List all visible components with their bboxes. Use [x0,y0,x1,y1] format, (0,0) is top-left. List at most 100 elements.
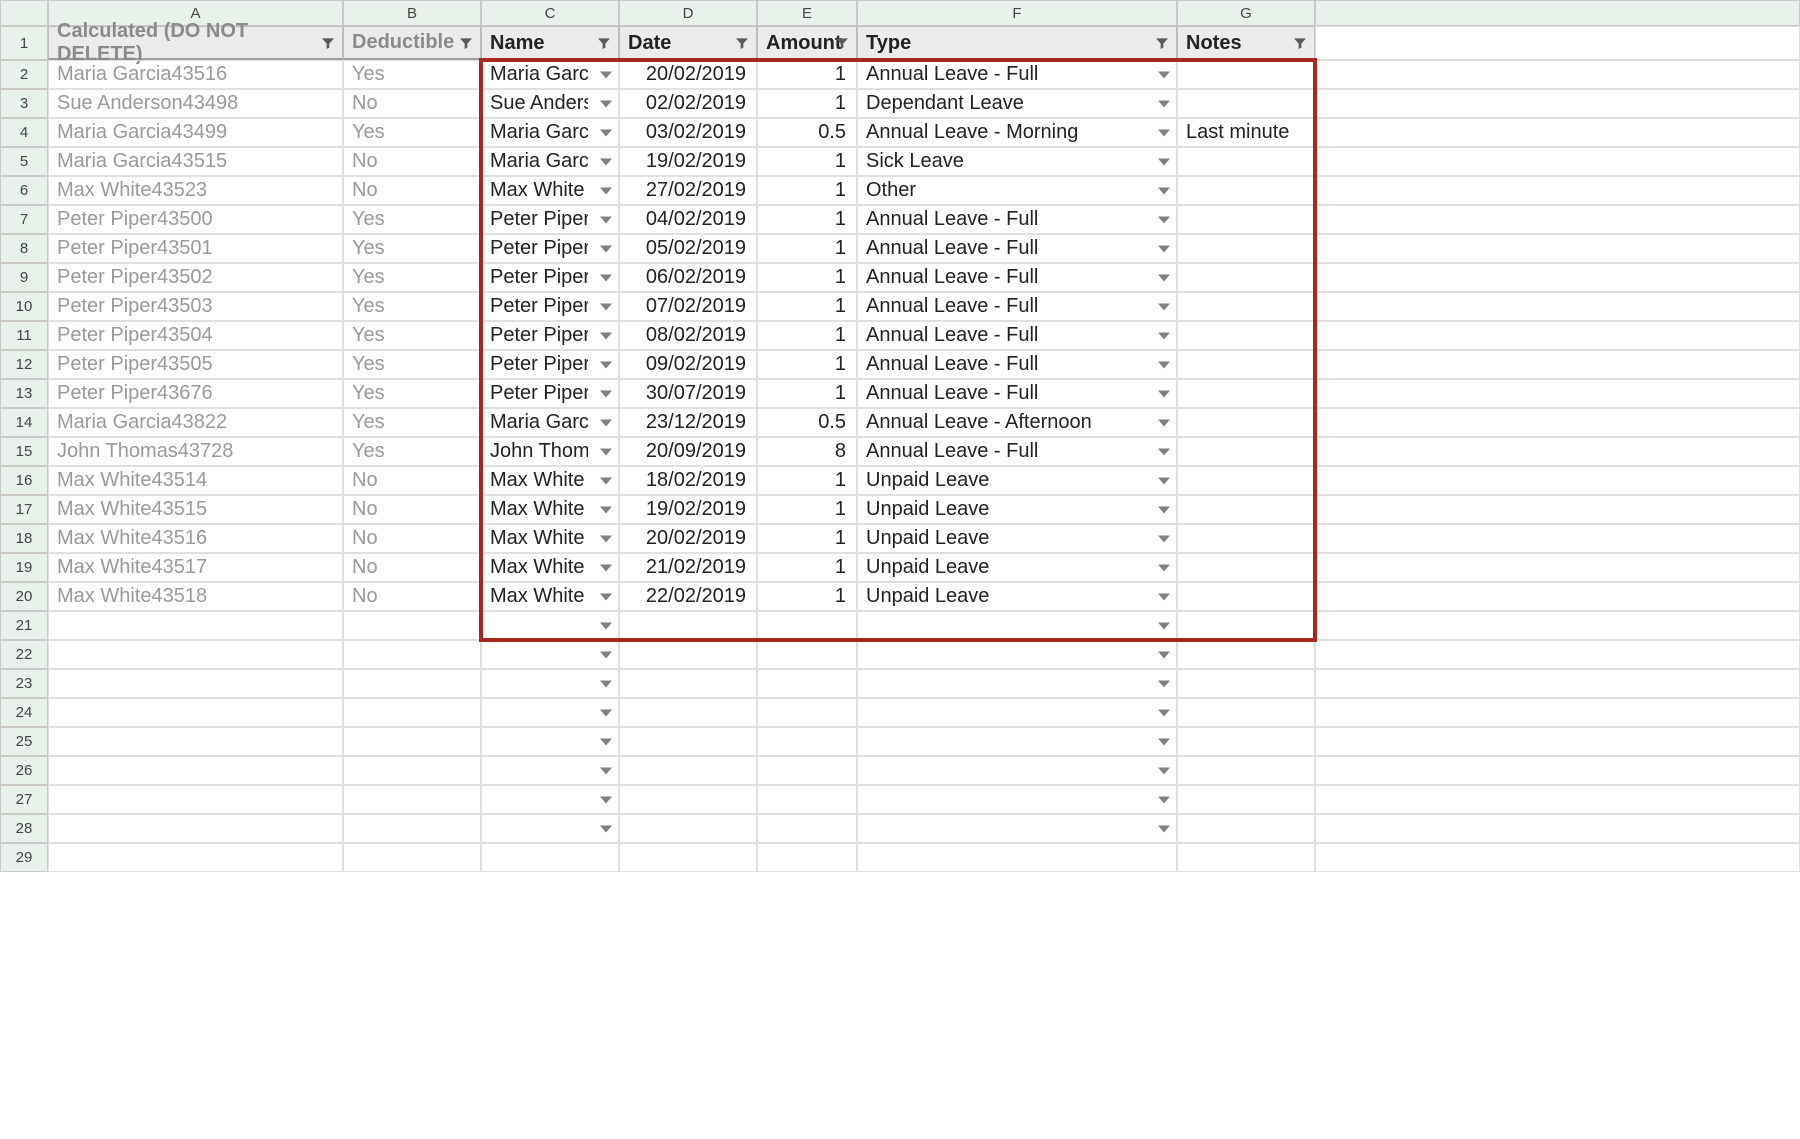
cell-C7[interactable]: Peter Piper [481,205,619,234]
cell-D10[interactable]: 07/02/2019 [619,292,757,321]
cell-C8[interactable]: Peter Piper [481,234,619,263]
dropdown-icon[interactable] [600,680,612,687]
cell-D13[interactable]: 30/07/2019 [619,379,757,408]
cell-B18[interactable]: No [343,524,481,553]
cell-F2[interactable]: Annual Leave - Full [857,60,1177,89]
cell-A13[interactable]: Peter Piper43676 [48,379,343,408]
cell-E3[interactable]: 1 [757,89,857,118]
cell-A26[interactable] [48,756,343,785]
cell-G18[interactable] [1177,524,1315,553]
cell-A9[interactable]: Peter Piper43502 [48,263,343,292]
header-cell-C[interactable]: Name [481,26,619,60]
dropdown-icon[interactable] [600,651,612,658]
dropdown-icon[interactable] [1158,622,1170,629]
cell-F7[interactable]: Annual Leave - Full [857,205,1177,234]
row-header-5[interactable]: 5 [0,147,48,176]
cell-C24[interactable] [481,698,619,727]
dropdown-icon[interactable] [1158,535,1170,542]
cell-D7[interactable]: 04/02/2019 [619,205,757,234]
cell-F5[interactable]: Sick Leave [857,147,1177,176]
cell-C14[interactable]: Maria Garcia [481,408,619,437]
cell-E2[interactable]: 1 [757,60,857,89]
column-header-E[interactable]: E [757,0,857,26]
cell-C16[interactable]: Max White [481,466,619,495]
dropdown-icon[interactable] [1158,477,1170,484]
cell-C5[interactable]: Maria Garcia [481,147,619,176]
cell-E19[interactable]: 1 [757,553,857,582]
cell-C20[interactable]: Max White [481,582,619,611]
cell-C28[interactable] [481,814,619,843]
row-header-20[interactable]: 20 [0,582,48,611]
dropdown-icon[interactable] [1158,158,1170,165]
row-header-3[interactable]: 3 [0,89,48,118]
row-header-10[interactable]: 10 [0,292,48,321]
dropdown-icon[interactable] [600,71,612,78]
cell-G28[interactable] [1177,814,1315,843]
cell-F6[interactable]: Other [857,176,1177,205]
cell-B27[interactable] [343,785,481,814]
row-header-21[interactable]: 21 [0,611,48,640]
cell-D29[interactable] [619,843,757,872]
cell-B29[interactable] [343,843,481,872]
cell-F23[interactable] [857,669,1177,698]
cell-F9[interactable]: Annual Leave - Full [857,263,1177,292]
cell-F20[interactable]: Unpaid Leave [857,582,1177,611]
cell-D11[interactable]: 08/02/2019 [619,321,757,350]
cell-B12[interactable]: Yes [343,350,481,379]
cell-G8[interactable] [1177,234,1315,263]
dropdown-icon[interactable] [600,622,612,629]
cell-A7[interactable]: Peter Piper43500 [48,205,343,234]
dropdown-icon[interactable] [600,187,612,194]
dropdown-icon[interactable] [600,825,612,832]
cell-G16[interactable] [1177,466,1315,495]
cell-B16[interactable]: No [343,466,481,495]
cell-A14[interactable]: Maria Garcia43822 [48,408,343,437]
cell-A24[interactable] [48,698,343,727]
cell-F4[interactable]: Annual Leave - Morning [857,118,1177,147]
cell-E10[interactable]: 1 [757,292,857,321]
dropdown-icon[interactable] [1158,738,1170,745]
row-header-23[interactable]: 23 [0,669,48,698]
cell-G29[interactable] [1177,843,1315,872]
cell-D19[interactable]: 21/02/2019 [619,553,757,582]
row-header-25[interactable]: 25 [0,727,48,756]
dropdown-icon[interactable] [600,245,612,252]
cell-G13[interactable] [1177,379,1315,408]
column-header-blank[interactable] [1315,0,1800,26]
row-header-13[interactable]: 13 [0,379,48,408]
cell-E16[interactable]: 1 [757,466,857,495]
dropdown-icon[interactable] [600,448,612,455]
cell-B24[interactable] [343,698,481,727]
cell-D28[interactable] [619,814,757,843]
dropdown-icon[interactable] [1158,419,1170,426]
dropdown-icon[interactable] [600,564,612,571]
cell-A23[interactable] [48,669,343,698]
dropdown-icon[interactable] [1158,245,1170,252]
cell-F13[interactable]: Annual Leave - Full [857,379,1177,408]
dropdown-icon[interactable] [600,390,612,397]
dropdown-icon[interactable] [1158,332,1170,339]
cell-G2[interactable] [1177,60,1315,89]
row-header-7[interactable]: 7 [0,205,48,234]
cell-D24[interactable] [619,698,757,727]
row-header-27[interactable]: 27 [0,785,48,814]
cell-C18[interactable]: Max White [481,524,619,553]
row-header-1[interactable]: 1 [0,26,48,60]
cell-B6[interactable]: No [343,176,481,205]
cell-G4[interactable]: Last minute [1177,118,1315,147]
cell-A10[interactable]: Peter Piper43503 [48,292,343,321]
cell-B23[interactable] [343,669,481,698]
cell-E21[interactable] [757,611,857,640]
dropdown-icon[interactable] [1158,767,1170,774]
cell-A25[interactable] [48,727,343,756]
dropdown-icon[interactable] [600,303,612,310]
dropdown-icon[interactable] [1158,709,1170,716]
row-header-4[interactable]: 4 [0,118,48,147]
cell-B26[interactable] [343,756,481,785]
cell-D17[interactable]: 19/02/2019 [619,495,757,524]
cell-B13[interactable]: Yes [343,379,481,408]
cell-G21[interactable] [1177,611,1315,640]
cell-C21[interactable] [481,611,619,640]
column-header-G[interactable]: G [1177,0,1315,26]
cell-E23[interactable] [757,669,857,698]
